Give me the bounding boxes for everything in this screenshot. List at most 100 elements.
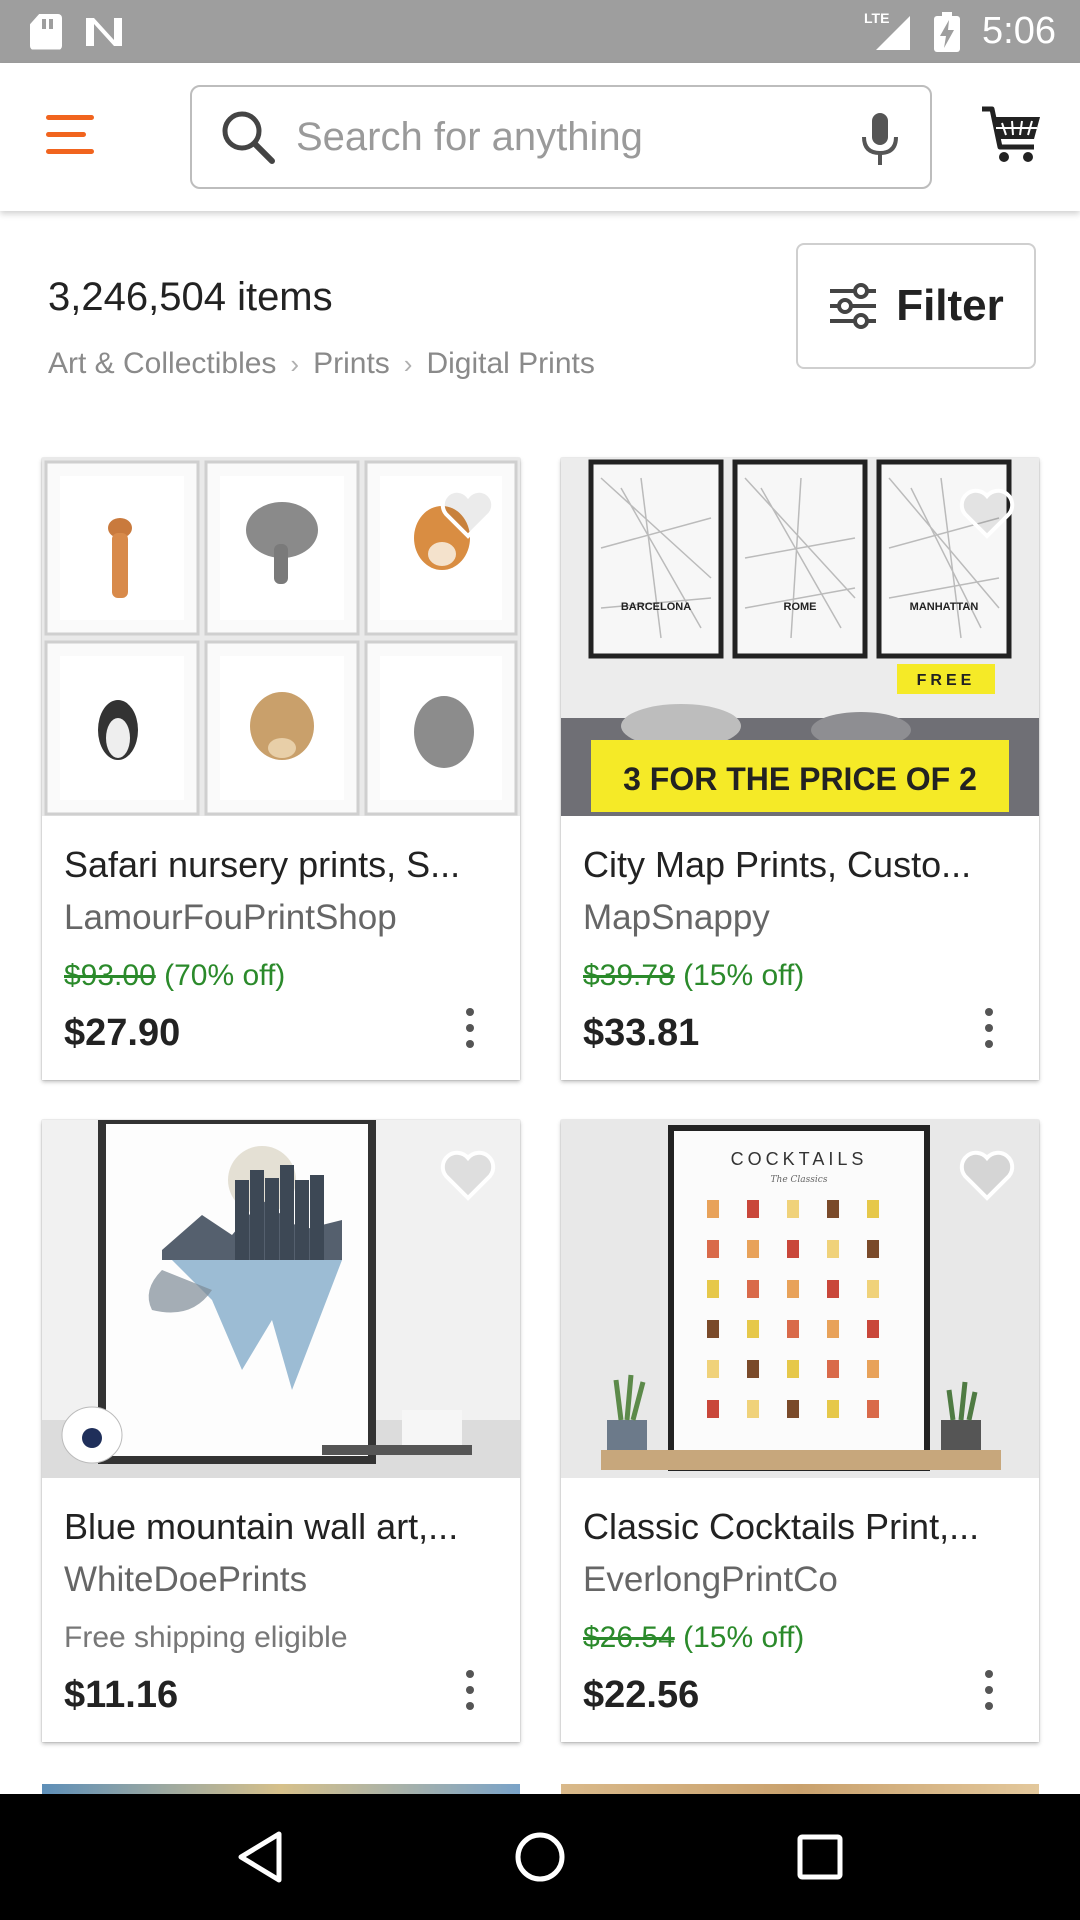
discount-label: (15% off) xyxy=(683,1621,805,1654)
poster-subtitle: The Classics xyxy=(771,1175,828,1185)
listing-title[interactable]: City Map Prints, Custo... xyxy=(583,844,1023,886)
status-bar: LTE 5:06 xyxy=(0,0,1080,63)
cocktail-glass-illustration xyxy=(747,1400,759,1418)
sd-card-icon xyxy=(30,13,62,50)
home-button[interactable] xyxy=(500,1817,580,1897)
favorite-heart-icon[interactable] xyxy=(440,1150,496,1202)
cocktail-glass-illustration xyxy=(787,1320,799,1338)
breadcrumb-item-art-collectibles[interactable]: Art & Collectibles xyxy=(48,347,276,381)
more-options-icon[interactable] xyxy=(979,1670,999,1718)
listing-card[interactable]: Safari nursery prints, S... LamourFouPri… xyxy=(42,458,520,1080)
home-icon xyxy=(515,1832,565,1882)
search-icon xyxy=(222,111,275,164)
listing-title[interactable]: Classic Cocktails Print,... xyxy=(583,1506,1023,1548)
back-icon xyxy=(238,1831,282,1883)
cocktail-glass-illustration xyxy=(867,1280,879,1298)
cocktail-glass-illustration xyxy=(787,1240,799,1258)
original-price: $39.78 xyxy=(583,959,675,992)
item-count: 3,246,504 items xyxy=(48,275,333,319)
cocktail-glass-illustration xyxy=(707,1200,719,1218)
favorite-heart-icon[interactable] xyxy=(959,488,1015,540)
recents-icon xyxy=(797,1834,843,1880)
map-label-1: BARCELONA xyxy=(621,601,691,613)
filter-icon xyxy=(830,283,877,329)
cocktail-glass-illustration xyxy=(707,1320,719,1338)
cocktail-glass-illustration xyxy=(747,1320,759,1338)
listing-title[interactable]: Safari nursery prints, S... xyxy=(64,844,504,886)
search-input[interactable] xyxy=(294,113,834,161)
listing-card[interactable]: COCKTAILS The Classics Classic Cocktails… xyxy=(561,1120,1039,1742)
cocktail-glass-illustration xyxy=(707,1360,719,1378)
cocktail-glass-illustration xyxy=(747,1240,759,1258)
menu-icon xyxy=(46,115,94,120)
chevron-right-icon: › xyxy=(290,348,300,379)
cocktail-glass-illustration xyxy=(707,1400,719,1418)
cart-icon[interactable] xyxy=(980,103,1044,167)
listing-title[interactable]: Blue mountain wall art,... xyxy=(64,1506,504,1548)
sale-info: $39.78 (15% off) xyxy=(583,959,804,993)
more-options-icon[interactable] xyxy=(460,1008,480,1056)
shop-name: LamourFouPrintShop xyxy=(64,898,397,937)
promo-banner: 3 FOR THE PRICE OF 2 xyxy=(623,761,977,797)
cocktail-glass-illustration xyxy=(707,1280,719,1298)
recents-button[interactable] xyxy=(780,1817,860,1897)
shop-name: MapSnappy xyxy=(583,898,770,937)
breadcrumb-item-digital-prints: Digital Prints xyxy=(426,347,595,380)
lte-signal-icon: LTE xyxy=(864,10,912,52)
microphone-icon[interactable] xyxy=(858,113,902,167)
cocktail-glass-illustration xyxy=(707,1240,719,1258)
listing-card[interactable]: BARCELONA ROME MANHATTAN FREE 3 FOR THE … xyxy=(561,458,1039,1080)
shop-name: EverlongPrintCo xyxy=(583,1560,838,1599)
listing-price: $11.16 xyxy=(64,1674,179,1716)
favorite-heart-icon[interactable] xyxy=(440,488,496,540)
menu-button[interactable] xyxy=(46,115,98,157)
listing-price: $33.81 xyxy=(583,1012,700,1054)
search-bar[interactable] xyxy=(190,85,932,189)
sale-info: $93.00 (70% off) xyxy=(64,959,285,993)
cocktail-glass-illustration xyxy=(827,1400,839,1418)
favorite-heart-icon[interactable] xyxy=(959,1150,1015,1202)
battery-charging-icon xyxy=(934,11,961,52)
original-price: $26.54 xyxy=(583,1621,675,1654)
cocktail-glass-illustration xyxy=(867,1360,879,1378)
listing-price: $22.56 xyxy=(583,1674,700,1716)
filter-button[interactable]: Filter xyxy=(796,243,1036,369)
free-tag: FREE xyxy=(917,672,976,689)
sale-info: $26.54 (15% off) xyxy=(583,1621,804,1655)
breadcrumb-item-prints[interactable]: Prints xyxy=(313,347,390,381)
cocktail-glass-illustration xyxy=(787,1280,799,1298)
shipping-info: Free shipping eligible xyxy=(64,1621,348,1654)
listing-info: Classic Cocktails Print,... EverlongPrin… xyxy=(561,1478,1039,1742)
no-sim-icon xyxy=(86,17,122,46)
cocktail-glass-illustration xyxy=(827,1360,839,1378)
poster-title: COCKTAILS xyxy=(731,1149,868,1169)
listing-info: Blue mountain wall art,... WhiteDoePrint… xyxy=(42,1478,520,1742)
breadcrumb: Art & Collectibles › Prints › Digital Pr… xyxy=(48,347,595,381)
cocktail-glass-illustration xyxy=(827,1240,839,1258)
listing-price: $27.90 xyxy=(64,1012,181,1054)
original-price: $93.00 xyxy=(64,959,156,992)
system-nav-bar xyxy=(0,1794,1080,1920)
cocktail-glass-illustration xyxy=(827,1320,839,1338)
cocktail-glass-illustration xyxy=(867,1200,879,1218)
cocktail-glass-illustration xyxy=(827,1280,839,1298)
more-options-icon[interactable] xyxy=(979,1008,999,1056)
cocktail-glass-illustration xyxy=(787,1400,799,1418)
map-label-2: ROME xyxy=(784,601,817,613)
shop-name: WhiteDoePrints xyxy=(64,1560,308,1599)
cocktail-glass-illustration xyxy=(867,1320,879,1338)
filter-label: Filter xyxy=(896,281,1004,330)
map-label-3: MANHATTAN xyxy=(910,601,979,613)
back-button[interactable] xyxy=(220,1817,300,1897)
clock: 5:06 xyxy=(982,10,1056,52)
cocktail-glass-illustration xyxy=(747,1360,759,1378)
cocktail-glass-illustration xyxy=(787,1360,799,1378)
cocktail-glass-illustration xyxy=(747,1200,759,1218)
discount-label: (70% off) xyxy=(164,959,286,992)
cocktail-glass-illustration xyxy=(787,1200,799,1218)
more-options-icon[interactable] xyxy=(460,1670,480,1718)
cocktail-glass-illustration xyxy=(827,1200,839,1218)
listing-card[interactable]: Blue mountain wall art,... WhiteDoePrint… xyxy=(42,1120,520,1742)
top-app-bar xyxy=(0,63,1080,211)
cocktail-glass-illustration xyxy=(867,1240,879,1258)
